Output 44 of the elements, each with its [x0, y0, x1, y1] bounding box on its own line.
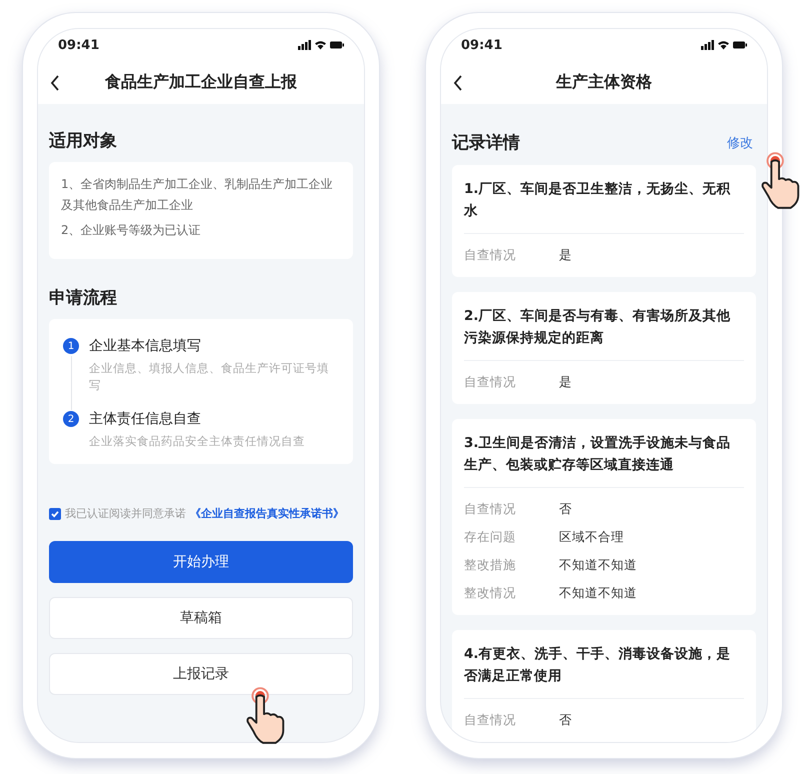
field-value: 否 [559, 711, 572, 729]
scope-text: 2、企业账号等级为已认证 [61, 222, 202, 239]
question-text: 4.有更衣、洗手、干手、消毒设备设施，是否满足正常使用 [464, 645, 732, 686]
status-icons [701, 40, 747, 50]
action-button[interactable]: 草稿箱 [49, 597, 353, 639]
field-label: 整改措施 [464, 556, 517, 574]
status-time: 09:41 [58, 38, 100, 52]
status-time: 09:41 [461, 38, 502, 52]
agreement-link[interactable]: 《企业自查报告真实性承诺书》 [190, 506, 344, 521]
field-label: 自查情况 [464, 373, 517, 391]
field-label: 自查情况 [464, 500, 517, 518]
question-text: 2.厂区、车间是否与有毒、有害场所及其他污染源保持规定的距离 [464, 307, 732, 348]
field-value: 区域不合理 [559, 528, 624, 546]
action-button[interactable]: 开始办理 [49, 541, 353, 583]
step-title: 企业基本信息填写 [89, 337, 202, 356]
step-number: 1 [63, 338, 79, 354]
screen-title: 生产主体资格 [556, 72, 652, 93]
status-icons [298, 40, 344, 50]
field-value: 是 [559, 373, 572, 391]
field-value: 是 [559, 246, 572, 264]
field-value: 不知道不知道 [559, 556, 637, 574]
field-label: 存在问题 [464, 528, 517, 546]
question-text: 1.厂区、车间是否卫生整洁，无扬尘、无积水 [464, 180, 732, 221]
step-description: 企业信息、填报人信息、食品生产许可证号填写 [89, 360, 330, 394]
action-button[interactable]: 上报记录 [49, 653, 353, 695]
field-label: 自查情况 [464, 711, 517, 729]
step-title: 主体责任信息自查 [89, 410, 202, 429]
screen-title: 食品生产加工企业自查上报 [105, 72, 297, 93]
field-value: 否 [559, 500, 572, 518]
step-number: 2 [63, 411, 79, 427]
section-heading: 适用对象 [49, 130, 118, 152]
agreement-text: 我已认证阅读并同意承诺 [65, 506, 186, 521]
agreement-checkbox[interactable] [49, 508, 61, 520]
scope-text: 1、全省肉制品生产加工企业、乳制品生产加工企业及其他食品生产加工企业 [61, 176, 334, 214]
back-icon[interactable] [50, 75, 60, 91]
edit-link[interactable]: 修改 [727, 134, 753, 152]
back-icon[interactable] [453, 75, 463, 91]
field-value: 不知道不知道 [559, 584, 637, 602]
step-description: 企业落实食品药品安全主体责任情况自查 [89, 433, 306, 450]
section-heading: 申请流程 [49, 287, 118, 309]
field-label: 自查情况 [464, 246, 517, 264]
field-label: 整改情况 [464, 584, 517, 602]
section-heading: 记录详情 [452, 132, 520, 154]
question-text: 3.卫生间是否清洁，设置洗手设施未与食品生产、包装或贮存等区域直接连通 [464, 434, 732, 475]
